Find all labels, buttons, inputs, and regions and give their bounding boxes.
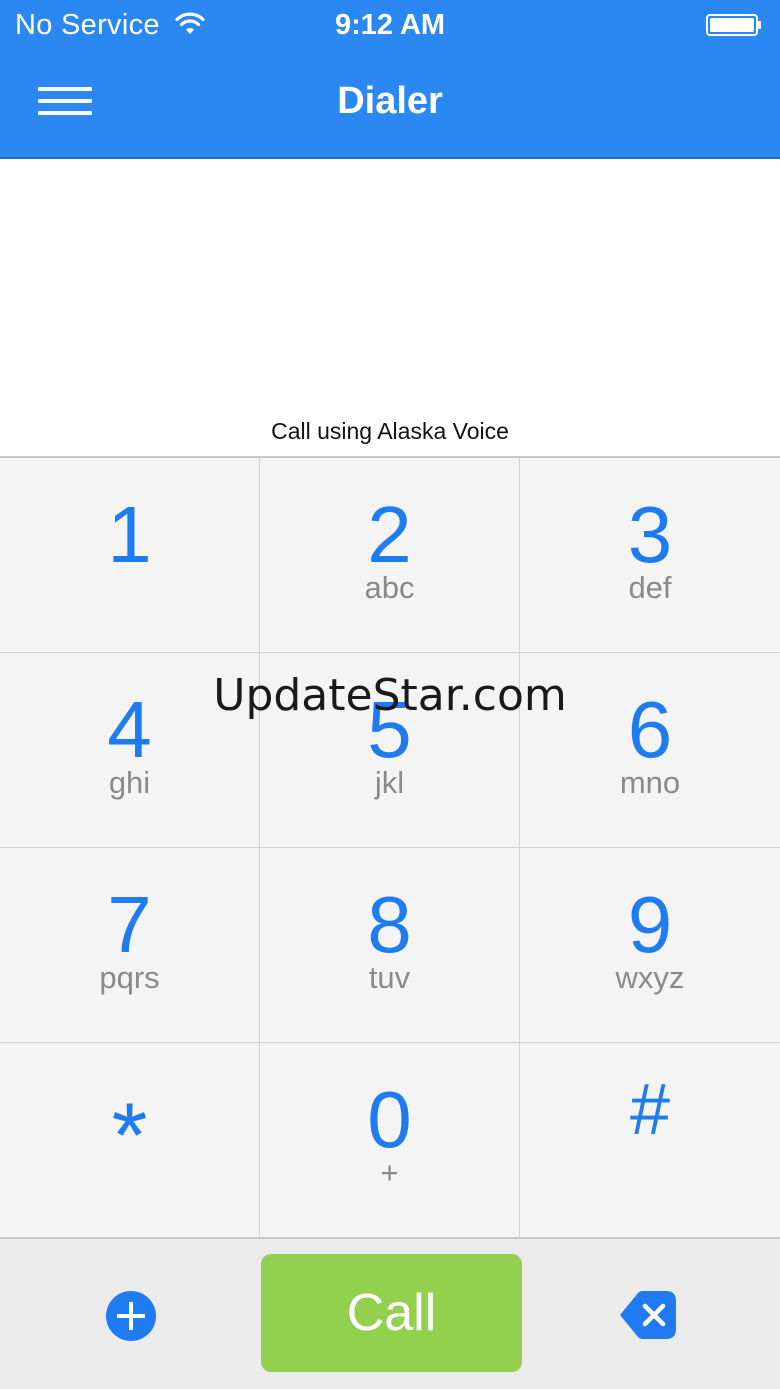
key-digit: 6	[627, 685, 673, 774]
header: No Service 9:12 AM Dialer	[0, 0, 780, 159]
key-letters: +	[380, 1155, 399, 1190]
key-digit: 8	[367, 880, 412, 969]
key-digit: 5	[367, 685, 412, 774]
key-6[interactable]: 6 mno	[520, 653, 780, 848]
key-8[interactable]: 8 tuv	[260, 848, 520, 1043]
backspace-delete-icon[interactable]	[618, 1288, 678, 1342]
call-using-label: Call using Alaska Voice	[271, 418, 509, 444]
key-digit: 0	[367, 1075, 412, 1164]
key-digit: 1	[107, 490, 152, 579]
number-display: Call using Alaska Voice	[0, 159, 780, 456]
key-digit: 9	[627, 880, 673, 969]
page-title: Dialer	[337, 80, 443, 122]
status-bar: No Service 9:12 AM	[0, 0, 780, 54]
key-3[interactable]: 3 def	[520, 458, 780, 653]
key-letters: tuv	[368, 960, 411, 995]
add-contact-plus-icon[interactable]	[105, 1290, 157, 1342]
key-letters: ghi	[108, 765, 151, 800]
key-2[interactable]: 2 abc	[260, 458, 520, 653]
key-0[interactable]: 0 +	[260, 1043, 520, 1238]
key-letters: jkl	[374, 765, 405, 800]
call-button[interactable]: Call	[261, 1254, 522, 1372]
key-letters: pqrs	[99, 960, 160, 995]
key-digit: #	[629, 1070, 671, 1150]
status-time: 9:12 AM	[334, 9, 446, 41]
key-letters: def	[628, 570, 672, 605]
key-hash[interactable]: #	[520, 1043, 780, 1238]
battery-icon	[706, 14, 761, 36]
key-5[interactable]: 5 jkl	[260, 653, 520, 848]
key-9[interactable]: 9 wxyz	[520, 848, 780, 1043]
key-digit: 3	[627, 490, 673, 579]
key-digit: 2	[367, 490, 412, 579]
key-digit: 7	[107, 880, 152, 969]
bottom-bar: Call	[0, 1237, 780, 1389]
key-star[interactable]: *	[0, 1043, 260, 1238]
key-4[interactable]: 4 ghi	[0, 653, 260, 848]
key-letters: abc	[364, 570, 415, 605]
key-1[interactable]: 1	[0, 458, 260, 653]
nav-bar: Dialer	[0, 54, 780, 157]
key-digit: 4	[107, 685, 152, 774]
key-7[interactable]: 7 pqrs	[0, 848, 260, 1043]
key-digit: *	[111, 1085, 148, 1187]
keypad: 1 2 abc 3 def 4 ghi 5 jkl 6 mno 7 pqrs 8…	[0, 456, 780, 1239]
key-letters: wxyz	[615, 960, 685, 995]
key-letters: mno	[619, 765, 681, 800]
